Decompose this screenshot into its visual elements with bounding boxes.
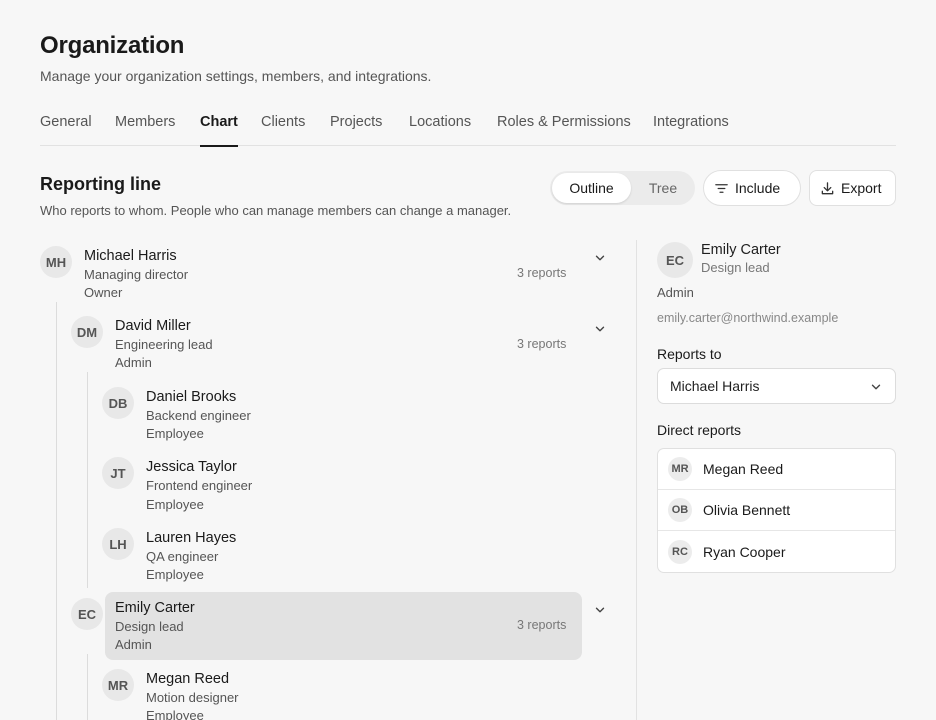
node-role: QA engineer <box>146 549 219 564</box>
node-name: Jessica Taylor <box>146 459 237 475</box>
tab-locations[interactable]: Locations <box>409 114 471 146</box>
tree-node-michael-harris[interactable]: MH Michael Harris Managing director Owne… <box>40 236 622 304</box>
avatar: JT <box>102 457 134 489</box>
node-permission: Owner <box>84 285 123 300</box>
avatar: RC <box>668 539 692 564</box>
section-title: Reporting line <box>40 174 161 194</box>
avatar: EC <box>657 242 693 278</box>
list-item[interactable]: MR Megan Reed <box>658 449 895 490</box>
node-name: Michael Harris <box>84 248 177 264</box>
direct-report-name: Megan Reed <box>703 461 784 477</box>
node-report-count: 3 reports <box>517 337 567 351</box>
tab-clients[interactable]: Clients <box>261 114 305 146</box>
page-subtitle: Manage your organization settings, membe… <box>40 68 432 84</box>
list-item[interactable]: OB Olivia Bennett <box>658 490 895 531</box>
reports-to-select[interactable]: Michael Harris <box>657 368 896 404</box>
node-role: Managing director <box>84 267 189 282</box>
chevron-down-icon[interactable] <box>593 603 607 617</box>
node-name: Emily Carter <box>115 600 195 616</box>
node-name: Daniel Brooks <box>146 389 237 405</box>
section-description: Who reports to whom. People who can mana… <box>40 203 512 218</box>
avatar: OB <box>668 498 692 522</box>
tree-connector <box>87 372 88 588</box>
tree-view-button[interactable]: Tree <box>633 173 693 203</box>
tab-bar: General Members Chart Clients Projects L… <box>40 114 896 147</box>
include-button[interactable]: Include <box>703 170 801 206</box>
tab-roles-permissions[interactable]: Roles & Permissions <box>497 114 631 146</box>
tree-connector <box>56 302 57 720</box>
node-permission: Employee <box>146 497 204 512</box>
tab-chart[interactable]: Chart <box>200 114 238 147</box>
node-permission: Employee <box>146 426 204 441</box>
node-permission: Employee <box>146 708 204 720</box>
node-report-count: 3 reports <box>517 618 567 632</box>
avatar: MR <box>668 457 692 481</box>
avatar: DM <box>71 316 103 348</box>
page-title: Organization <box>40 32 185 59</box>
filter-icon <box>715 183 728 193</box>
export-label: Export <box>841 180 882 196</box>
tree-node-david-miller[interactable]: DM David Miller Engineering lead Admin 3… <box>71 306 622 374</box>
node-permission: Admin <box>115 355 152 370</box>
node-name: Lauren Hayes <box>146 530 237 546</box>
chevron-down-icon[interactable] <box>593 322 607 336</box>
node-report-count: 3 reports <box>517 266 567 280</box>
avatar: EC <box>71 598 103 630</box>
direct-report-name: Ryan Cooper <box>703 543 786 560</box>
tree-node-lauren-hayes[interactable]: LH Lauren Hayes QA engineer Employee <box>102 518 622 586</box>
node-permission: Admin <box>115 637 152 652</box>
node-name: Megan Reed <box>146 671 230 687</box>
detail-name: Emily Carter <box>701 242 781 258</box>
avatar: MR <box>102 669 134 701</box>
node-name: David Miller <box>115 318 191 334</box>
chevron-down-icon[interactable] <box>593 251 607 265</box>
view-toggle: Outline Tree <box>550 171 695 205</box>
org-tree: MH Michael Harris Managing director Owne… <box>40 236 622 720</box>
detail-email: emily.carter@northwind.example <box>657 311 839 325</box>
direct-reports-list: MR Megan Reed OB Olivia Bennett RC Ryan … <box>657 448 896 573</box>
tab-integrations[interactable]: Integrations <box>653 114 729 146</box>
panel-divider <box>636 240 637 720</box>
tree-node-daniel-brooks[interactable]: DB Daniel Brooks Backend engineer Employ… <box>102 377 622 445</box>
download-icon <box>821 181 834 194</box>
direct-reports-label: Direct reports <box>657 422 742 438</box>
tab-projects[interactable]: Projects <box>330 114 382 146</box>
tree-node-jessica-taylor[interactable]: JT Jessica Taylor Frontend engineer Empl… <box>102 447 622 515</box>
chevron-down-icon <box>871 384 881 390</box>
detail-permission: Admin <box>657 285 694 300</box>
avatar: MH <box>40 246 72 278</box>
tree-connector <box>87 654 88 720</box>
node-role: Engineering lead <box>115 337 213 352</box>
include-label: Include <box>735 180 781 196</box>
tab-members[interactable]: Members <box>115 114 175 146</box>
tree-node-emily-carter[interactable]: EC Emily Carter Design lead Admin 3 repo… <box>71 588 622 656</box>
reports-to-label: Reports to <box>657 346 722 362</box>
direct-report-name: Olivia Bennett <box>703 502 791 518</box>
reports-to-value: Michael Harris <box>670 378 760 394</box>
avatar: LH <box>102 528 134 560</box>
list-item[interactable]: RC Ryan Cooper <box>658 531 895 572</box>
node-permission: Employee <box>146 567 204 582</box>
export-button[interactable]: Export <box>809 170 896 206</box>
detail-role: Design lead <box>701 260 770 275</box>
node-role: Frontend engineer <box>146 478 253 493</box>
node-role: Design lead <box>115 619 184 634</box>
avatar: DB <box>102 387 134 419</box>
tab-general[interactable]: General <box>40 114 92 146</box>
tree-node-megan-reed[interactable]: MR Megan Reed Motion designer Employee <box>102 659 622 720</box>
node-role: Motion designer <box>146 690 239 705</box>
node-role: Backend engineer <box>146 408 251 423</box>
outline-view-button[interactable]: Outline <box>552 173 631 203</box>
